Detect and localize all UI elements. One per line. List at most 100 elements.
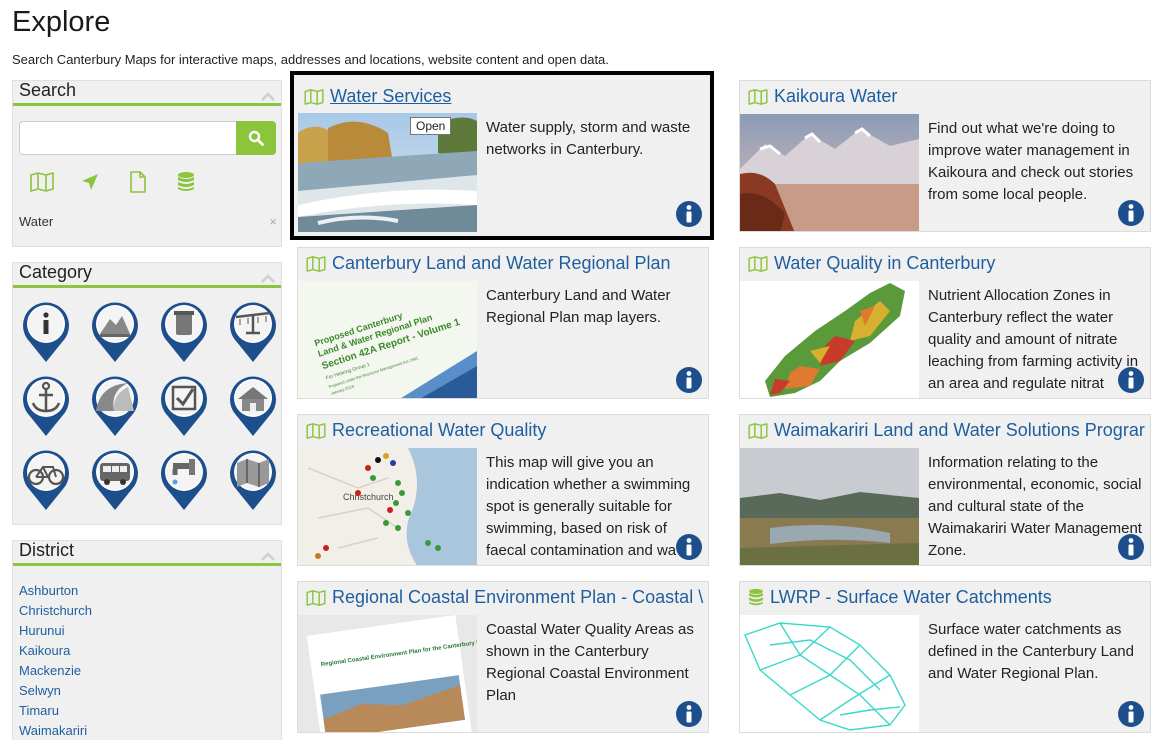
category-pin-bus[interactable] xyxy=(90,449,140,511)
card-thumbnail xyxy=(740,281,919,398)
checkbox-icon xyxy=(161,376,207,436)
result-card-regional-coastal-plan[interactable]: Regional Coastal Environment Plan - Coas… xyxy=(297,581,709,733)
tap-icon xyxy=(161,450,207,510)
card-description: This map will give you an indication whe… xyxy=(486,454,691,559)
category-panel: Category xyxy=(12,262,282,525)
category-pin-tank[interactable] xyxy=(159,301,209,363)
card-thumbnail xyxy=(740,448,919,565)
search-input[interactable] xyxy=(19,121,236,155)
category-grid xyxy=(21,301,283,511)
card-title-text[interactable]: Kaikoura Water xyxy=(774,86,897,107)
map-icon xyxy=(306,589,326,606)
card-title[interactable]: Waimakariri Land and Water Solutions Pro… xyxy=(748,420,1145,441)
card-title-text[interactable]: Regional Coastal Environment Plan - Coas… xyxy=(332,587,703,608)
result-card-waimakariri-land-water[interactable]: Waimakariri Land and Water Solutions Pro… xyxy=(739,414,1151,566)
map-icon xyxy=(306,422,326,439)
active-filter-label: Water xyxy=(19,214,54,229)
district-link-selwyn[interactable]: Selwyn xyxy=(19,681,92,701)
card-description: Water supply, storm and waste networks i… xyxy=(486,119,691,158)
search-button[interactable] xyxy=(236,121,276,155)
result-card-water-services[interactable]: Water Services Water supply, storm and w… xyxy=(290,71,714,240)
category-panel-header[interactable]: Category xyxy=(13,262,281,288)
district-link-ashburton[interactable]: Ashburton xyxy=(19,581,92,601)
map-icon xyxy=(306,255,326,272)
info-icon[interactable] xyxy=(675,700,703,728)
category-pin-wave[interactable] xyxy=(90,375,140,437)
card-title[interactable]: Recreational Water Quality xyxy=(306,420,546,441)
chevron-up-icon[interactable] xyxy=(261,552,275,561)
district-link-waimakariri[interactable]: Waimakariri xyxy=(19,721,92,740)
district-panel-header[interactable]: District xyxy=(13,540,281,566)
info-icon[interactable] xyxy=(1117,199,1145,227)
map-icon xyxy=(230,450,276,510)
map-filter-icon[interactable] xyxy=(29,169,55,195)
card-title[interactable]: Water Services xyxy=(304,86,451,107)
info-icon[interactable] xyxy=(1117,366,1145,394)
card-description: Information relating to the environmenta… xyxy=(928,454,1142,559)
result-card-lwrp-surface-water[interactable]: LWRP - Surface Water Catchments Surface … xyxy=(739,581,1151,733)
card-title[interactable]: Canterbury Land and Water Regional Plan xyxy=(306,253,671,274)
card-title-text[interactable]: Water Services xyxy=(330,86,451,107)
category-pin-house[interactable] xyxy=(228,375,278,437)
search-panel-header[interactable]: Search xyxy=(13,80,281,106)
card-title[interactable]: Regional Coastal Environment Plan - Coas… xyxy=(306,587,703,608)
card-description: Coastal Water Quality Areas as shown in … xyxy=(486,621,694,704)
anchor-icon xyxy=(23,376,69,436)
wave-icon xyxy=(92,376,138,436)
chevron-up-icon[interactable] xyxy=(261,92,275,101)
category-pin-hills[interactable] xyxy=(90,301,140,363)
database-filter-icon[interactable] xyxy=(173,169,199,195)
card-title-text[interactable]: Water Quality in Canterbury xyxy=(774,253,995,274)
info-icon[interactable] xyxy=(675,366,703,394)
page-title: Explore xyxy=(12,6,111,38)
location-filter-icon[interactable] xyxy=(77,169,103,195)
card-title[interactable]: Water Quality in Canterbury xyxy=(748,253,995,274)
database-icon xyxy=(749,588,763,606)
category-pin-map[interactable] xyxy=(228,449,278,511)
map-icon xyxy=(304,88,324,105)
category-pin-checkbox[interactable] xyxy=(159,375,209,437)
chevron-up-icon[interactable] xyxy=(261,274,275,283)
card-title[interactable]: LWRP - Surface Water Catchments xyxy=(748,587,1052,608)
map-icon xyxy=(748,255,768,272)
search-row xyxy=(19,121,276,155)
category-pin-anchor[interactable] xyxy=(21,375,71,437)
irrigation-icon xyxy=(230,302,276,362)
district-link-christchurch[interactable]: Christchurch xyxy=(19,601,92,621)
info-icon[interactable] xyxy=(1117,700,1145,728)
result-card-water-quality-canterbury[interactable]: Water Quality in Canterbury Nutrient All… xyxy=(739,247,1151,399)
card-title-text[interactable]: Waimakariri Land and Water Solutions Pro… xyxy=(774,420,1145,441)
info-icon xyxy=(23,302,69,362)
category-pin-tap[interactable] xyxy=(159,449,209,511)
open-tooltip: Open xyxy=(410,117,452,135)
district-link-mackenzie[interactable]: Mackenzie xyxy=(19,661,92,681)
map-place-label: Christchurch xyxy=(343,492,394,502)
card-title-text[interactable]: LWRP - Surface Water Catchments xyxy=(770,587,1052,608)
district-link-hurunui[interactable]: Hurunui xyxy=(19,621,92,641)
bicycle-icon xyxy=(23,450,69,510)
info-icon[interactable] xyxy=(675,533,703,561)
card-description: Surface water catchments as defined in t… xyxy=(928,621,1134,682)
card-title[interactable]: Kaikoura Water xyxy=(748,86,897,107)
filter-type-icons xyxy=(29,169,199,195)
card-thumbnail xyxy=(740,114,919,231)
card-title-text[interactable]: Recreational Water Quality xyxy=(332,420,546,441)
info-icon[interactable] xyxy=(1117,533,1145,561)
result-card-land-water-regional-plan[interactable]: Canterbury Land and Water Regional Plan … xyxy=(297,247,709,399)
info-icon[interactable] xyxy=(675,200,703,228)
district-link-kaikoura[interactable]: Kaikoura xyxy=(19,641,92,661)
search-panel-title: Search xyxy=(19,80,77,100)
document-filter-icon[interactable] xyxy=(125,169,151,195)
house-icon xyxy=(230,376,276,436)
search-icon xyxy=(248,130,264,146)
district-panel-title: District xyxy=(19,540,74,560)
clear-filter-button[interactable]: × xyxy=(269,214,277,229)
result-card-recreational-water-quality[interactable]: Recreational Water Quality Christchurch … xyxy=(297,414,709,566)
card-title-text[interactable]: Canterbury Land and Water Regional Plan xyxy=(332,253,671,274)
category-pin-bicycle[interactable] xyxy=(21,449,71,511)
district-link-timaru[interactable]: Timaru xyxy=(19,701,92,721)
category-pin-irrigation[interactable] xyxy=(228,301,278,363)
result-card-kaikoura-water[interactable]: Kaikoura Water Find out what we're doing… xyxy=(739,80,1151,232)
district-list: Ashburton Christchurch Hurunui Kaikoura … xyxy=(19,581,92,740)
category-pin-info[interactable] xyxy=(21,301,71,363)
